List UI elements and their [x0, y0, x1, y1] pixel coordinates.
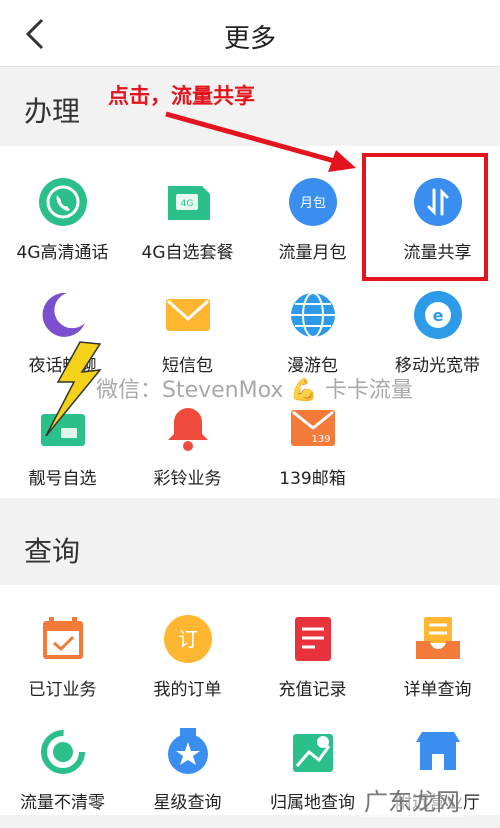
page-title: 更多 — [223, 24, 276, 54]
tile-label: 139邮箱 — [279, 469, 346, 489]
tile-label: 4G高清通话 — [16, 243, 109, 263]
tile-star-level[interactable]: 星级查询 — [125, 718, 250, 828]
tile-data-rollover[interactable]: 流量不清零 — [0, 718, 125, 828]
bill-detail-icon — [416, 617, 460, 659]
phone-call-icon — [39, 178, 87, 226]
moon-icon — [42, 292, 85, 337]
envelope-icon — [166, 299, 210, 331]
tile-subscribed-services[interactable]: 已订业务 — [0, 605, 125, 715]
watermark-text: 微信：StevenMox — [96, 378, 284, 403]
tile-label: 星级查询 — [153, 793, 222, 813]
recharge-record-icon — [295, 617, 331, 661]
header-bar: 更多 — [0, 0, 500, 67]
tile-recharge-records[interactable]: 充值记录 — [250, 605, 375, 715]
query-panel: 已订业务 订 我的订单 充值记录 详单查询 流量不清零 星级查询 归属地查询 — [0, 585, 500, 815]
sim-card-icon: 4G — [168, 186, 210, 220]
tile-label: 我的订单 — [153, 680, 222, 700]
tile-label: 流量不清零 — [20, 793, 105, 813]
store-icon — [416, 732, 460, 770]
highlight-box — [362, 153, 488, 281]
tile-ringtone-service[interactable]: 彩铃业务 — [125, 394, 250, 504]
tile-label: 已订业务 — [28, 680, 97, 700]
section-title-query: 查询 — [24, 535, 81, 568]
mailbox-icon: 139 — [291, 410, 335, 446]
map-pin-icon — [293, 734, 333, 772]
tile-bill-details[interactable]: 详单查询 — [375, 605, 500, 715]
star-badge-icon — [168, 728, 208, 774]
tile-location-lookup[interactable]: 归属地查询 — [250, 718, 375, 828]
data-pack-icon: 月包 — [289, 178, 337, 226]
watermark-brand: 卡卡流量 — [324, 378, 413, 403]
tile-label: 流量月包 — [278, 243, 347, 263]
globe-icon — [291, 292, 335, 338]
tile-label: 详单查询 — [403, 680, 472, 700]
tile-data-monthly-pack[interactable]: 月包 流量月包 — [250, 168, 375, 278]
watermark: 微信：StevenMox 💪 卡卡流量 — [96, 372, 413, 404]
broadband-icon: e — [414, 291, 462, 339]
svg-text:4G: 4G — [181, 199, 194, 209]
tile-label: 充值记录 — [278, 680, 347, 700]
flexed-arm-icon: 💪 — [290, 378, 318, 403]
calendar-check-icon — [43, 617, 83, 659]
refresh-icon — [41, 730, 85, 774]
bell-icon — [168, 408, 208, 451]
tile-label: 归属地查询 — [270, 793, 355, 813]
icon-text: 月包 — [300, 196, 326, 211]
section-title-handle: 办理 — [24, 95, 81, 128]
tile-label: 彩铃业务 — [153, 469, 222, 489]
order-icon: 订 — [164, 615, 212, 663]
tile-label: 4G自选套餐 — [141, 243, 234, 263]
tile-my-orders[interactable]: 订 我的订单 — [125, 605, 250, 715]
site-watermark: 广东龙网 — [360, 782, 464, 817]
tile-label: 靓号自选 — [28, 469, 97, 489]
tile-139-mailbox[interactable]: 139 139邮箱 — [250, 394, 375, 504]
icon-text: 139 — [311, 434, 330, 445]
annotation-arrow-icon — [165, 111, 356, 172]
tile-4g-hd-call[interactable]: 4G高清通话 — [0, 168, 125, 278]
svg-text:e: e — [433, 306, 444, 325]
tile-4g-custom-plan[interactable]: 4G 4G自选套餐 — [125, 168, 250, 278]
icon-text: 订 — [178, 627, 198, 651]
